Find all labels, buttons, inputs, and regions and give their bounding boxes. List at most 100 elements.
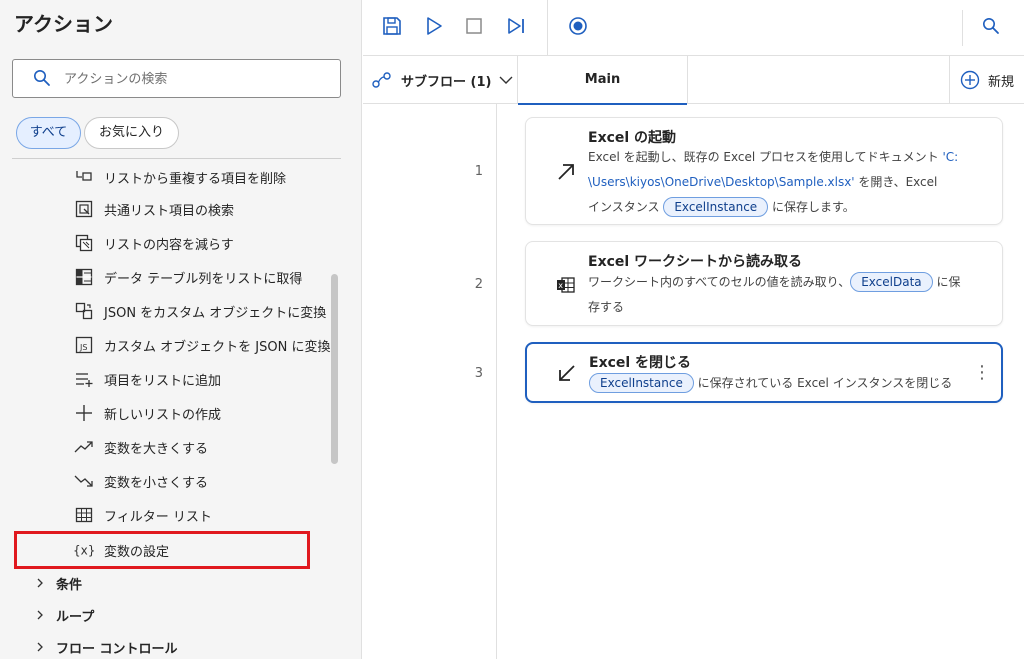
subflow-tabs-bar: サブフロー (1) Main 新規 [363,56,1024,105]
arrow-down-left-icon [555,361,579,385]
action-item-subtract-list[interactable]: リストの内容を減らす [73,231,234,255]
action-item-json-to-object[interactable]: JSON をカスタム オブジェクトに変換 [73,299,326,323]
category-flow-control[interactable]: フロー コントロール [36,636,178,658]
save-icon [383,17,401,35]
chevron-right-icon [36,610,48,620]
filter-favorites-button[interactable]: お気に入り [84,117,179,149]
js-file-icon: JS [73,335,95,355]
list-add-icon [73,369,95,389]
line-number: 2 [474,277,483,292]
file-path-link: 'C: [942,150,959,164]
play-icon [427,17,442,35]
add-circle-icon [960,70,980,90]
step-button[interactable] [502,12,530,40]
category-loops[interactable]: ループ [36,604,94,626]
search-flow-button[interactable] [977,12,1005,40]
subflow-label: サブフロー (1) [401,74,492,90]
toolbar-divider [962,10,963,46]
action-label: カスタム オブジェクトを JSON に変換 [104,339,331,355]
divider [12,158,341,159]
trend-down-icon [73,471,95,491]
toolbar-divider [547,0,548,56]
record-icon [569,17,587,35]
action-label: 変数を大きくする [104,441,209,457]
excel-read-icon: x [554,273,578,297]
action-label: リストの内容を減らす [104,237,234,253]
action-label: 変数を小さくする [104,475,209,491]
action-label: 新しいリストの作成 [104,407,222,423]
subtract-list-icon [73,233,95,253]
step-title: Excel の起動 [588,130,677,146]
flow-step-read-worksheet[interactable]: x Excel ワークシートから読み取る ワークシート内のすべてのセルの値を読み… [525,241,1003,326]
action-list: リストから重複する項目を削除 共通リスト項目の検索 リストの内容を減らす データ… [0,161,335,659]
action-search-box[interactable] [12,59,341,98]
action-search-input[interactable] [64,68,324,90]
line-number: 1 [474,164,483,179]
category-label: 条件 [56,577,83,593]
variable-token[interactable]: ExcelData [850,272,933,292]
stop-icon [466,18,482,34]
line-number: 3 [474,366,483,381]
dedupe-list-icon [73,167,95,187]
category-label: フロー コントロール [56,641,178,657]
step-title: Excel を閉じる [589,355,692,371]
flow-step-launch-excel[interactable]: Excel の起動 Excel を起動し、既存の Excel プロセスを使用して… [525,117,1003,225]
record-button[interactable] [564,12,592,40]
search-icon [983,18,999,34]
step-description: ExcelInstance に保存されている Excel インスタンスを閉じる [589,371,967,396]
filter-all-button[interactable]: すべて [16,117,81,149]
find-common-icon [73,199,95,219]
new-subflow-button[interactable]: 新規 [949,56,1024,104]
grid-icon [73,505,95,525]
actions-pane-title: アクション [14,12,113,36]
arrow-up-right-icon [554,160,578,184]
action-item-decrease-variable[interactable]: 変数を小さくする [73,469,208,493]
json-convert-icon [73,301,95,321]
tab-main[interactable]: Main [517,56,688,105]
action-item-remove-duplicates[interactable]: リストから重複する項目を削除 [73,165,286,189]
category-label: ループ [56,609,95,625]
action-item-add-to-list[interactable]: 項目をリストに追加 [73,367,221,391]
new-subflow-label: 新規 [988,74,1015,90]
search-icon [33,69,51,91]
step-title: Excel ワークシートから読み取る [588,254,803,270]
file-path-link: \Users\kiyos\OneDrive\Desktop\Sample.xls… [588,175,855,189]
flow-step-close-excel[interactable]: Excel を閉じる ExcelInstance に保存されている Excel … [525,342,1003,403]
table-column-icon [73,267,95,287]
subflow-icon [372,72,391,88]
svg-text:JS: JS [79,343,87,352]
chevron-down-icon [499,76,513,84]
save-button[interactable] [378,12,406,40]
action-label: 共通リスト項目の検索 [104,203,235,219]
action-item-find-common[interactable]: 共通リスト項目の検索 [73,197,234,221]
action-label: JSON をカスタム オブジェクトに変換 [104,305,327,321]
action-label: データ テーブル列をリストに取得 [104,271,303,287]
variable-token[interactable]: ExcelInstance [663,197,769,217]
line-number-gutter: 1 2 3 [363,104,497,659]
variable-token[interactable]: ExcelInstance [589,373,694,393]
plus-icon [73,403,95,423]
chevron-right-icon [36,578,48,588]
action-item-filter-list[interactable]: フィルター リスト [73,503,212,527]
action-label: 項目をリストに追加 [104,373,222,389]
action-list-scrollbar[interactable] [331,274,338,464]
action-label: リストから重複する項目を削除 [104,171,287,187]
action-item-table-column-to-list[interactable]: データ テーブル列をリストに取得 [73,265,302,289]
flow-toolbar [363,0,1024,56]
step-description: ワークシート内のすべてのセルの値を読み取り、 ExcelData に保 存する [588,270,968,320]
more-options-icon[interactable]: ⋮ [973,362,991,383]
chevron-right-icon [36,642,48,652]
category-conditions[interactable]: 条件 [36,572,82,594]
stop-button[interactable] [460,12,488,40]
action-item-object-to-json[interactable]: JS カスタム オブジェクトを JSON に変換 [73,333,330,357]
next-step-icon [508,18,524,34]
run-button[interactable] [420,12,448,40]
highlight-annotation-box [14,531,310,569]
svg-text:x: x [558,281,563,290]
action-label: フィルター リスト [104,509,212,525]
trend-up-icon [73,437,95,457]
step-description: Excel を起動し、既存の Excel プロセスを使用してドキュメント 'C:… [588,145,968,220]
action-item-increase-variable[interactable]: 変数を大きくする [73,435,208,459]
subflow-dropdown[interactable]: サブフロー (1) [371,68,513,92]
action-item-create-list[interactable]: 新しいリストの作成 [73,401,221,425]
